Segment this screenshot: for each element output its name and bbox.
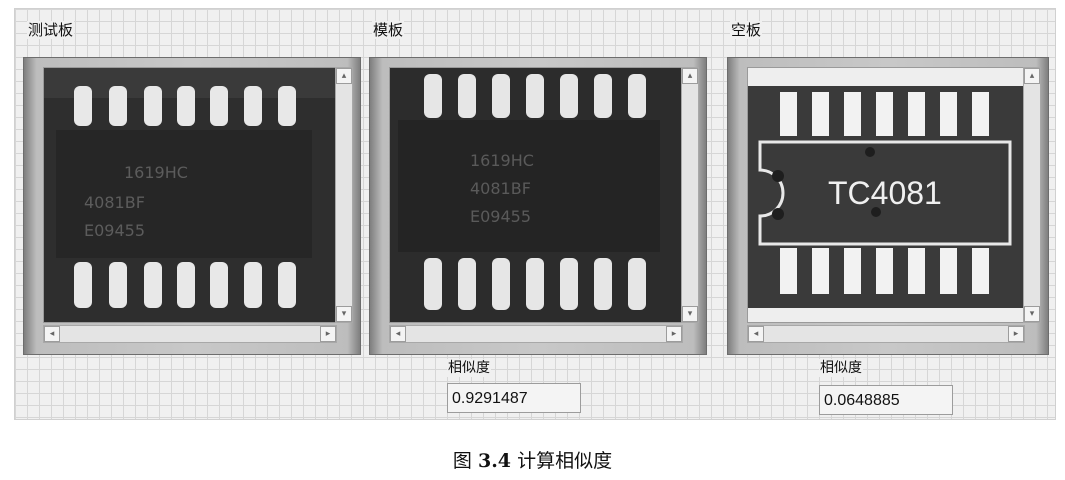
board-image-empty: TC4081 [748, 68, 1024, 322]
view-label-test: 测试板 [27, 21, 75, 39]
horizontal-scrollbar[interactable]: ◂ ▸ [389, 325, 683, 343]
caption-number: 3.4 [477, 450, 512, 472]
scroll-right-icon[interactable]: ▸ [1008, 326, 1024, 342]
scroll-left-icon[interactable]: ◂ [44, 326, 60, 342]
scroll-left-icon[interactable]: ◂ [390, 326, 406, 342]
image-display-empty: TC4081 ▴ ▾ ◂ ▸ [727, 57, 1049, 355]
similarity-value-empty: 0.0648885 [819, 385, 953, 415]
front-panel: 测试板 模板 空板 1619HC 4081BF E09455 ▴ ▾ ◂ ▸ 1… [14, 8, 1056, 420]
image-view-template[interactable]: 1619HC 4081BF E09455 [389, 67, 683, 323]
scroll-down-icon[interactable]: ▾ [682, 306, 698, 322]
caption-prefix: 图 [452, 450, 478, 472]
chip-mark-line1: 1619HC [124, 163, 188, 182]
view-label-empty: 空板 [730, 21, 763, 39]
chip-mark-line3: E09455 [84, 221, 145, 240]
scroll-up-icon[interactable]: ▴ [1024, 68, 1040, 84]
scroll-down-icon[interactable]: ▾ [1024, 306, 1040, 322]
silkscreen-text: TC4081 [828, 175, 942, 211]
scroll-right-icon[interactable]: ▸ [666, 326, 682, 342]
similarity-label-empty: 相似度 [819, 359, 863, 377]
figure-caption: 图 3.4 计算相似度 [0, 446, 1065, 473]
scroll-right-icon[interactable]: ▸ [320, 326, 336, 342]
caption-text: 计算相似度 [511, 450, 613, 472]
vertical-scrollbar[interactable]: ▴ ▾ [335, 67, 353, 323]
image-display-test: 1619HC 4081BF E09455 ▴ ▾ ◂ ▸ [23, 57, 361, 355]
chip-mark-line1: 1619HC [470, 151, 534, 170]
view-label-template: 模板 [372, 21, 405, 39]
vertical-scrollbar[interactable]: ▴ ▾ [1023, 67, 1041, 323]
similarity-value-template: 0.9291487 [447, 383, 581, 413]
image-display-template: 1619HC 4081BF E09455 ▴ ▾ ◂ ▸ [369, 57, 707, 355]
scroll-down-icon[interactable]: ▾ [336, 306, 352, 322]
image-view-empty[interactable]: TC4081 [747, 67, 1025, 323]
chip-image-template: 1619HC 4081BF E09455 [390, 68, 682, 322]
chip-mark-line2: 4081BF [84, 193, 145, 212]
horizontal-scrollbar[interactable]: ◂ ▸ [43, 325, 337, 343]
chip-mark-line2: 4081BF [470, 179, 531, 198]
horizontal-scrollbar[interactable]: ◂ ▸ [747, 325, 1025, 343]
scroll-left-icon[interactable]: ◂ [748, 326, 764, 342]
scroll-up-icon[interactable]: ▴ [336, 68, 352, 84]
similarity-label-template: 相似度 [447, 359, 491, 377]
image-view-test[interactable]: 1619HC 4081BF E09455 [43, 67, 337, 323]
chip-mark-line3: E09455 [470, 207, 531, 226]
chip-image-test: 1619HC 4081BF E09455 [44, 68, 336, 322]
vertical-scrollbar[interactable]: ▴ ▾ [681, 67, 699, 323]
scroll-up-icon[interactable]: ▴ [682, 68, 698, 84]
